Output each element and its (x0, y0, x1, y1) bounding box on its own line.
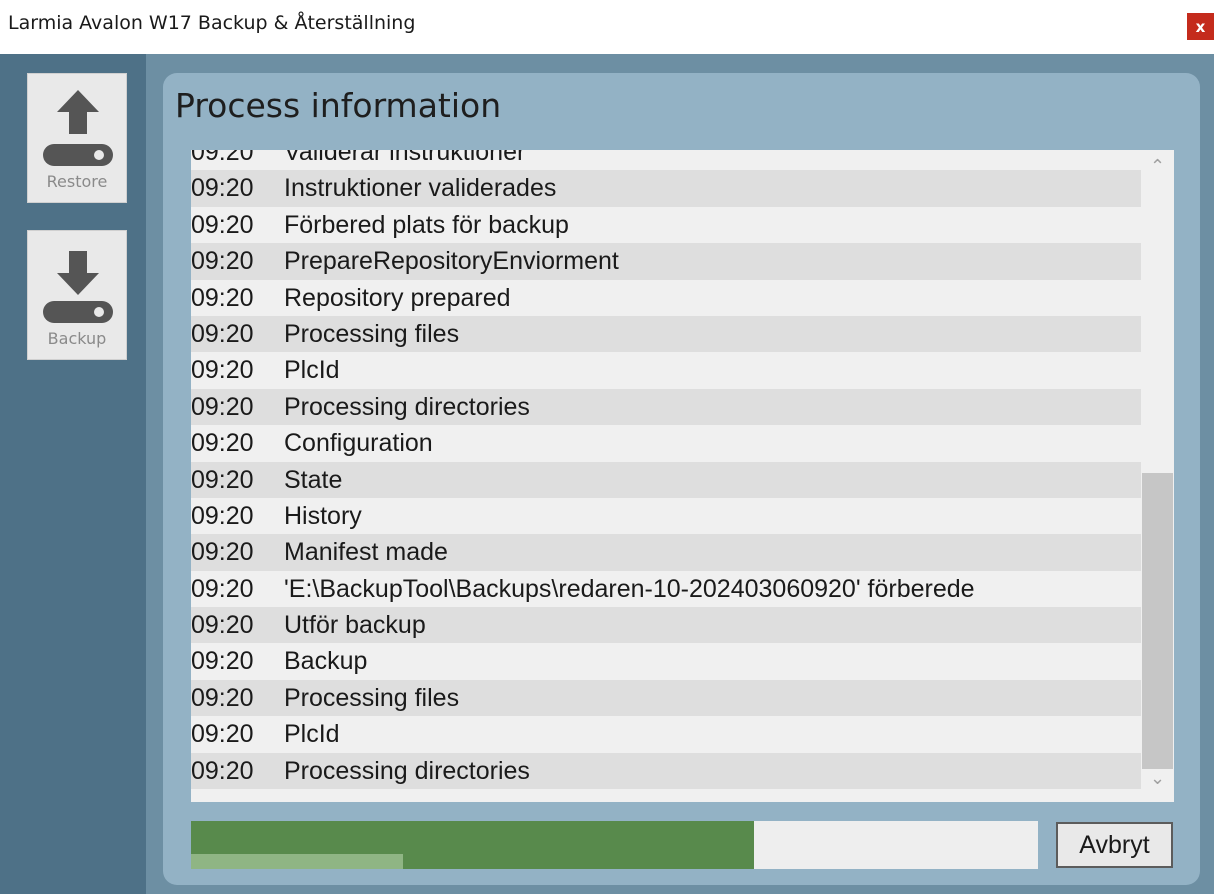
scroll-up-icon[interactable]: ⌃ (1141, 156, 1174, 184)
log-message: PrepareRepositoryEnviorment (284, 247, 619, 276)
scroll-thumb[interactable] (1142, 473, 1173, 769)
log-time: 09:20 (191, 501, 254, 530)
log-message: Förbered plats för backup (284, 210, 569, 239)
title-bar: Larmia Avalon W17 Backup & Återställning… (0, 0, 1214, 54)
log-message: History (284, 501, 362, 530)
log-message: Processing directories (284, 756, 530, 785)
log-message: Validerar instruktioner (284, 150, 526, 166)
log-time: 09:20 (191, 683, 254, 712)
log-time: 09:20 (191, 611, 254, 640)
log-row: 09:20 Processing files (191, 679, 1141, 717)
log-row: 09:20 PlcId (191, 352, 1141, 389)
log-message: Processing directories (284, 392, 530, 421)
log-time: 09:20 (191, 283, 254, 312)
progress-bar (191, 821, 1038, 869)
log-message: Configuration (284, 429, 433, 458)
log-lines: 09:20 Validerar instruktioner 09:20 Instruk… (191, 150, 1141, 790)
log-row: 09:20 Förbered plats för backup (191, 206, 1141, 244)
close-button[interactable]: x (1187, 13, 1214, 40)
log-message: Processing files (284, 319, 460, 348)
log-time: 09:20 (191, 174, 254, 203)
restore-button[interactable]: Restore (27, 73, 127, 203)
log-time: 09:20 (191, 720, 254, 749)
log-time: 09:20 (191, 429, 254, 458)
log-row: 09:20 Processing files (191, 315, 1141, 353)
panel-title: Process information (175, 86, 502, 125)
log-time: 09:20 (191, 465, 254, 494)
log-message: State (284, 465, 343, 494)
log-time: 09:20 (191, 150, 254, 166)
download-drive-icon (43, 251, 113, 323)
log-time: 09:20 (191, 756, 254, 785)
log-message: PlcId (284, 720, 340, 749)
log-time: 09:20 (191, 319, 254, 348)
log-row: 09:20 'E:\BackupTool\Backups\redaren-10-2… (191, 570, 1141, 608)
upload-drive-icon (43, 90, 113, 166)
log-row: 09:20 Configuration (191, 425, 1141, 462)
log-time: 09:20 (191, 247, 254, 276)
backup-button[interactable]: Backup (27, 230, 127, 360)
log-message: Backup (284, 647, 368, 676)
log-row: 09:20 PlcId (191, 716, 1141, 753)
progress-secondary-fill (191, 854, 403, 869)
log-message: PlcId (284, 356, 340, 385)
log-time: 09:20 (191, 356, 254, 385)
restore-label: Restore (46, 172, 108, 191)
log-time: 09:20 (191, 538, 254, 567)
log-row: 09:20 Backup (191, 643, 1141, 680)
window-title: Larmia Avalon W17 Backup & Återställning (8, 12, 416, 34)
log-message: Instruktioner validerades (284, 174, 557, 203)
log-row: 09:20 State (191, 461, 1141, 498)
log-row: 09:20 Processing directories (191, 388, 1141, 426)
log-row: 09:20 History (191, 497, 1141, 535)
log-time: 09:20 (191, 574, 254, 603)
log-row: 09:20 PrepareRepositoryEnviorment (191, 243, 1141, 280)
log-message: Manifest made (284, 538, 448, 567)
log-row: 09:20 Processing directories (191, 752, 1141, 790)
cancel-button[interactable]: Avbryt (1056, 822, 1173, 868)
scroll-down-icon[interactable]: ⌄ (1141, 768, 1174, 796)
log-row: 09:20 Instruktioner validerades (191, 170, 1141, 207)
log-message: Repository prepared (284, 283, 511, 312)
log-row: 09:20 Manifest made (191, 534, 1141, 571)
process-log-list[interactable]: 09:20 Validerar instruktioner 09:20 Instruk… (191, 150, 1174, 802)
log-time: 09:20 (191, 647, 254, 676)
log-time: 09:20 (191, 392, 254, 421)
log-row: 09:20 Repository prepared (191, 279, 1141, 316)
log-scrollbar[interactable]: ⌃ ⌄ (1141, 150, 1174, 802)
backup-label: Backup (47, 329, 107, 348)
log-message: Utför backup (284, 611, 426, 640)
log-row: 09:20 Utför backup (191, 607, 1141, 644)
log-message: Processing files (284, 683, 460, 712)
log-time: 09:20 (191, 210, 254, 239)
log-row: 09:20 Validerar instruktioner (191, 150, 1141, 171)
log-message: 'E:\BackupTool\Backups\redaren-10-202403… (284, 574, 975, 603)
